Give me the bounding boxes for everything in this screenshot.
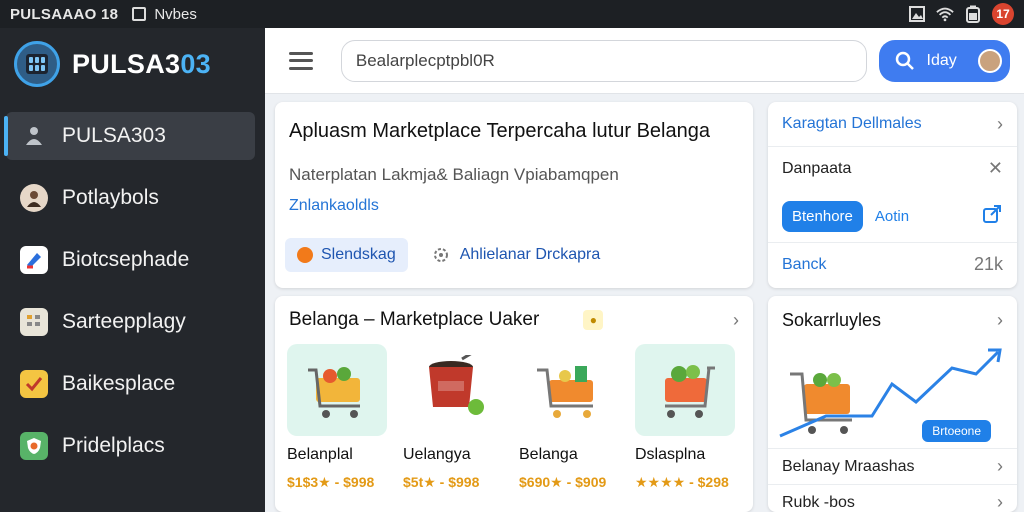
product-price: $690★ - $909 [519, 474, 607, 490]
search-button[interactable]: Iday [878, 39, 1010, 82]
card-title-row: Danpaata ✕ [768, 146, 1017, 190]
card-actions-row: Btenhore Aotin [768, 190, 1017, 242]
product-price: $1$3★ - $998 [287, 474, 375, 490]
stats-row-label: Rubk -bos [782, 493, 855, 511]
sidebar-item-biotcsephade[interactable]: Biotcsephade [6, 236, 255, 284]
stats-header[interactable]: Sokarrluyles › [768, 296, 1017, 344]
sidebar-item-baikesplace[interactable]: Baikesplace [6, 360, 255, 408]
image-icon [908, 5, 926, 23]
checklist-icon [20, 370, 48, 398]
stats-row[interactable]: Rubk -bos › [768, 484, 1017, 512]
sidebar-item-sarteepplagy[interactable]: Sarteepplagy [6, 298, 255, 346]
hero-card: Apluasm Marketplace Terpercaha lutur Bel… [275, 102, 753, 288]
calendar-icon [20, 308, 48, 336]
wifi-icon [936, 5, 954, 23]
hero-subtitle: Naterplatan Lakmja& Baliagn Vpiabamqpen [289, 165, 619, 184]
card-title: Danpaata [782, 159, 852, 177]
trend-illustration: Brtoeone [776, 344, 1009, 448]
search-icon [895, 51, 914, 70]
sidebar-item-label: Pridelplacs [62, 434, 165, 457]
close-icon[interactable]: ✕ [988, 158, 1003, 179]
menu-icon[interactable] [289, 51, 313, 70]
primary-button[interactable]: Btenhore [782, 200, 863, 232]
chevron-right-icon: › [997, 492, 1003, 512]
details-link: Karagtan Dellmales [782, 115, 922, 132]
avatar[interactable] [978, 48, 1002, 73]
status-app-label: Nvbes [154, 5, 197, 23]
product-price: $5t★ - $998 [403, 474, 480, 490]
sidebar-item-label: PULSA303 [62, 124, 166, 147]
marketplace-header[interactable]: Belanga – Marketplace Uaker ● › [275, 296, 753, 344]
shopping-cart-icon [519, 344, 619, 436]
sidebar-item-label: Potlaybols [62, 186, 159, 209]
stats-row-label: Belanay Mraashas [782, 457, 915, 475]
product-name: Belanplal [287, 446, 353, 463]
shield-icon [20, 432, 48, 460]
sidebar-item-potlaybols[interactable]: Potlaybols [6, 174, 255, 222]
sidebar-item-label: Baikesplace [62, 372, 176, 395]
window-icon [132, 7, 147, 21]
chevron-right-icon: › [997, 456, 1003, 476]
sidebar-item-pulsa303[interactable]: PULSA303 [4, 112, 255, 160]
marketplace-card: Belanga – Marketplace Uaker ● › Belanpla… [275, 296, 753, 512]
tag-icon [20, 246, 48, 274]
stats-title: Sokarrluyles [782, 309, 882, 330]
sidebar: PULSA303 PULSA303 Potlaybols Biotcsephad… [0, 28, 265, 512]
hero-link[interactable]: Znlankaoldls [289, 197, 379, 215]
search-input[interactable] [340, 39, 867, 82]
product-name: Belanga [519, 446, 578, 463]
details-row[interactable]: Karagtan Dellmales › [768, 102, 1017, 146]
sidebar-item-label: Sarteepplagy [62, 310, 186, 333]
stats-card: Sokarrluyles › Brtoeone Belanay Mraashas… [768, 296, 1017, 512]
battery-icon [964, 5, 982, 23]
product-card[interactable]: Belanga $690★ - $909 [519, 344, 625, 504]
pin-icon: ● [583, 310, 604, 330]
footer-value: 21k [973, 254, 1003, 274]
chevron-right-icon: › [997, 309, 1003, 330]
hero-chip-button[interactable]: Slendskag [285, 238, 408, 272]
sidebar-item-pridelplacs[interactable]: Pridelplacs [6, 422, 255, 470]
chevron-right-icon: › [733, 309, 739, 330]
settings-icon [433, 248, 448, 262]
chevron-right-icon: › [997, 113, 1003, 134]
notification-badge[interactable]: 17 [992, 3, 1014, 25]
brand-name: PULSA303 [72, 48, 211, 79]
main-content: Iday Apluasm Marketplace Terpercaha lutu… [265, 28, 1024, 512]
product-card[interactable]: Uelangya $5t★ - $998 [403, 344, 509, 504]
stats-row[interactable]: Belanay Mraashas › [768, 448, 1017, 484]
search-button-label: Iday [926, 51, 957, 69]
product-name: Dslasplna [635, 446, 706, 463]
hero-title: Apluasm Marketplace Terpercaha lutur Bel… [289, 120, 710, 142]
avatar-icon [20, 184, 48, 212]
secondary-label: Ahlielanar Drckapra [459, 246, 601, 263]
share-icon[interactable] [981, 203, 1003, 230]
top-bar: Iday [265, 28, 1024, 94]
account-card: Karagtan Dellmales › Danpaata ✕ Btenhore… [768, 102, 1017, 288]
calculator-logo-icon [14, 41, 60, 87]
text-button[interactable]: Aotin [875, 208, 909, 225]
product-card[interactable]: Belanplal $1$3★ - $998 [287, 344, 393, 504]
shopping-cart-icon [635, 344, 735, 436]
status-bar: PULSAAAO 18 Nvbes 17 [0, 0, 1024, 28]
brand[interactable]: PULSA303 [0, 28, 265, 100]
hero-secondary-button[interactable]: Ahlielanar Drckapra [432, 246, 601, 264]
tag-dot-icon [297, 247, 313, 263]
sidebar-nav: PULSA303 Potlaybols Biotcsephade Sarteep… [0, 112, 265, 470]
marketplace-title: Belanga – Marketplace Uaker [289, 309, 540, 330]
product-card[interactable]: Dslasplna ★★★★ - $298 [635, 344, 741, 504]
sidebar-item-label: Biotcsephade [62, 248, 190, 271]
card-footer-row[interactable]: Banck 21k [768, 242, 1017, 286]
trend-badge[interactable]: Brtoeone [922, 420, 991, 442]
footer-link: Banck [782, 255, 827, 273]
chip-label: Slendskag [321, 246, 396, 263]
product-price: ★★★★ - $298 [635, 474, 729, 490]
shopping-cart-icon [287, 344, 387, 436]
pulsa-bag-icon [403, 344, 503, 436]
user-icon [20, 122, 48, 150]
status-title: PULSAAAO 18 [10, 5, 119, 23]
product-name: Uelangya [403, 446, 471, 463]
